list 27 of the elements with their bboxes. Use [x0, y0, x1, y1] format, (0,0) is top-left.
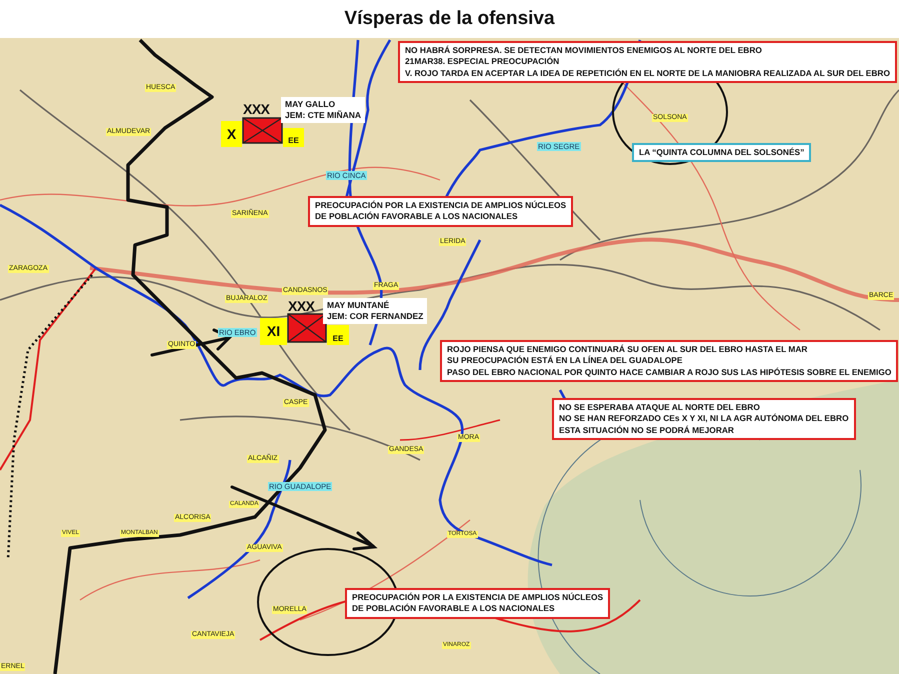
- note-text: NO SE HAN REFORZADO CEs X Y XI, NI LA AGR AUTÓNOMA DEL EBRO: [559, 413, 849, 425]
- note-text: V. ROJO TARDA EN ACEPTAR LA IDEA DE REPETICIÓN EN EL NORTE DE LA MANIOBRA REALIZADA AL SUR DEL EBRO: [405, 68, 890, 80]
- map-title: Vísperas de la ofensiva: [344, 6, 555, 31]
- note-text: ESTA SITUACIÓN NO SE PODRÁ MEJORAR: [559, 424, 735, 436]
- unit-suffix: EE: [283, 128, 304, 147]
- unit-designation: XI: [260, 318, 287, 345]
- note-text: NO HABRÁ SORPRESA. SE DETECTAN MOVIMIENTOS ENEMIGOS AL NORTE DEL EBRO: [405, 45, 763, 56]
- note-text: PREOCUPACIÓN POR LA EXISTENCIA DE AMPLIOS NÚCLEOS: [315, 200, 566, 212]
- unit-designation: X: [221, 121, 242, 147]
- echelon-mark: XXX: [288, 299, 315, 313]
- note-text: DE POBLACIÓN FAVORABLE A LOS NACIONALES: [352, 603, 556, 615]
- note-text: NO SE ESPERABA ATAQUE AL NORTE DEL EBRO: [559, 402, 761, 414]
- note-text: ROJO PIENSA QUE ENEMIGO CONTINUARÁ SU OFEN AL SUR DEL EBRO HASTA EL MAR: [447, 344, 808, 356]
- unit-symbol: [242, 117, 283, 144]
- commander-text: JEM: COR FERNANDEZ: [327, 311, 424, 322]
- note-text: PASO DEL EBRO NACIONAL POR QUINTO HACE CAMBIAR A ROJO SUS LAS HIPÓTESIS SOBRE EL ENEMIGO: [447, 366, 892, 378]
- note-text: 21MAR38. ESPECIAL PREOCUPACIÓN: [405, 56, 560, 68]
- commander-text: JEM: CTE MIÑANA: [285, 110, 362, 122]
- unit-symbol: [287, 313, 327, 343]
- echelon-mark: XXX: [243, 102, 270, 116]
- unit-suffix: EE: [327, 325, 349, 345]
- note-text: LA “QUINTA COLUMNA DEL SOLSONÉS”: [639, 147, 804, 158]
- note-text: SU PREOCUPACIÓN ESTÁ EN LA LÍNEA DEL GUADALOPE: [447, 355, 684, 367]
- note-text: PREOCUPACIÓN POR LA EXISTENCIA DE AMPLIOS NÚCLEOS: [352, 592, 604, 604]
- commander-text: MAY MUNTANÉ: [327, 300, 390, 312]
- commander-text: MAY GALLO: [285, 99, 336, 110]
- note-text: DE POBLACIÓN FAVORABLE A LOS NACIONALES: [315, 211, 519, 223]
